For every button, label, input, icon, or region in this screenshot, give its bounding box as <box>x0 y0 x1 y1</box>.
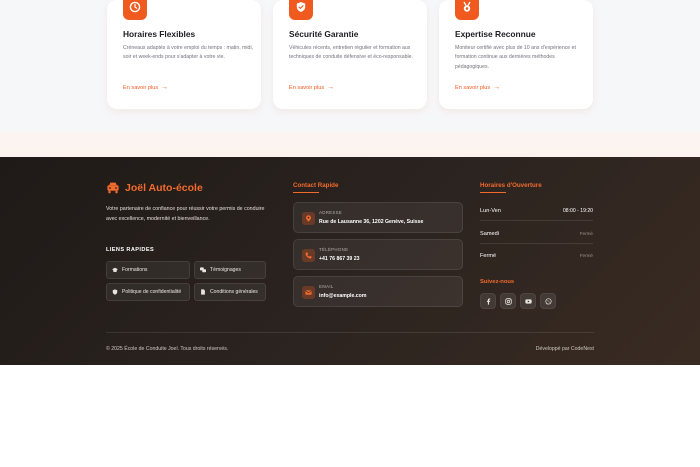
hours-time: Fermé <box>579 253 593 258</box>
shield-icon <box>289 0 313 20</box>
hours-day: Lun-Ven <box>480 208 501 214</box>
quick-link-testimonials[interactable]: Témoignages <box>194 261 266 279</box>
hours-time: Fermé <box>579 231 593 236</box>
learn-more-link[interactable]: En savoir plus → <box>289 84 334 91</box>
social-title: Suivez-nous <box>480 279 515 285</box>
feature-description: Créneaux adaptés à votre emploi du temps… <box>123 45 254 61</box>
footer-brand[interactable]: Joël Auto-école <box>106 181 203 195</box>
quick-link-label: Politique de confidentialité <box>122 289 182 295</box>
learn-more-link[interactable]: En savoir plus → <box>123 84 168 91</box>
quick-link-label: Témoignages <box>210 267 241 273</box>
developer-credit[interactable]: Développé par CodeNest <box>536 346 594 352</box>
contact-title: Contact Rapide <box>293 182 339 189</box>
quick-links-title: LIENS RAPIDES <box>106 247 155 253</box>
arrow-right-icon: → <box>493 84 501 91</box>
arrow-right-icon: → <box>327 84 335 91</box>
page: Horaires Flexibles Créneaux adaptés à vo… <box>0 0 700 467</box>
quick-link-formations[interactable]: Formations <box>106 261 190 279</box>
feature-title: Horaires Flexibles <box>123 29 196 39</box>
learn-more-label: En savoir plus <box>123 84 159 91</box>
contact-label: TÉLÉPHONE <box>319 247 349 252</box>
title-underline <box>480 192 506 194</box>
feature-card-expertise: Expertise Reconnue Moniteur certifié ave… <box>439 0 593 109</box>
learn-more-label: En savoir plus <box>289 84 325 91</box>
section-divider <box>0 132 700 157</box>
facebook-icon[interactable] <box>480 293 496 309</box>
comments-icon <box>200 267 206 273</box>
quick-link-label: Conditions générales <box>210 289 258 295</box>
envelope-icon <box>302 286 315 299</box>
feature-title: Expertise Reconnue <box>455 29 536 39</box>
title-underline <box>293 192 319 194</box>
hours-divider <box>480 243 593 244</box>
brand-description: Votre partenaire de confiance pour réuss… <box>106 206 265 222</box>
quick-link-terms[interactable]: Conditions générales <box>194 283 266 301</box>
quick-link-label: Formations <box>122 267 148 273</box>
quick-link-privacy-policy[interactable]: Politique de confidentialité <box>106 283 190 301</box>
contact-value: +41 76 867 39 23 <box>319 256 360 262</box>
hours-day: Samedi <box>480 231 499 237</box>
contact-phone[interactable]: TÉLÉPHONE +41 76 867 39 23 <box>293 239 463 270</box>
graduation-cap-icon <box>112 267 118 273</box>
hours-time: 08:00 - 19:20 <box>562 208 593 214</box>
clock-icon <box>123 0 147 20</box>
phone-icon <box>302 249 315 262</box>
feature-card-safety: Sécurité Garantie Véhicules récents, ent… <box>273 0 427 109</box>
contact-address[interactable]: ADRESSE Rue de Lausanne 36, 1202 Genève,… <box>293 202 463 233</box>
hours-divider <box>480 220 593 221</box>
car-icon <box>107 182 119 194</box>
arrow-right-icon: → <box>161 84 169 91</box>
contact-email[interactable]: EMAIL info@example.com <box>293 276 463 307</box>
feature-description: Véhicules récents, entretien régulier et… <box>289 45 414 61</box>
youtube-icon[interactable] <box>520 293 536 309</box>
medal-icon <box>455 0 479 20</box>
shield-icon <box>112 289 118 295</box>
site-footer: Joël Auto-école Votre partenaire de conf… <box>0 157 700 365</box>
hours-title: Horaires d'Ouverture <box>480 182 542 189</box>
feature-card-flexible-hours: Horaires Flexibles Créneaux adaptés à vo… <box>107 0 261 109</box>
learn-more-link[interactable]: En savoir plus → <box>455 84 500 91</box>
document-icon <box>201 289 205 295</box>
features-section: Horaires Flexibles Créneaux adaptés à vo… <box>0 0 700 132</box>
contact-value: info@example.com <box>319 293 367 299</box>
contact-label: ADRESSE <box>319 210 343 215</box>
copyright-text: © 2025 École de Conduite Joel. Tous droi… <box>106 346 229 352</box>
learn-more-label: En savoir plus <box>455 84 491 91</box>
brand-name: Joël Auto-école <box>125 182 203 194</box>
footer-divider <box>106 332 594 333</box>
instagram-icon[interactable] <box>500 293 516 309</box>
contact-label: EMAIL <box>319 284 334 289</box>
feature-title: Sécurité Garantie <box>289 29 359 39</box>
contact-value: Rue de Lausanne 36, 1202 Genève, Suisse <box>319 219 424 225</box>
whatsapp-icon[interactable] <box>540 293 556 309</box>
map-pin-icon <box>302 212 315 225</box>
feature-description: Moniteur certifié avec plus de 10 ans d'… <box>455 45 576 70</box>
hours-day: Fermé <box>480 253 497 259</box>
